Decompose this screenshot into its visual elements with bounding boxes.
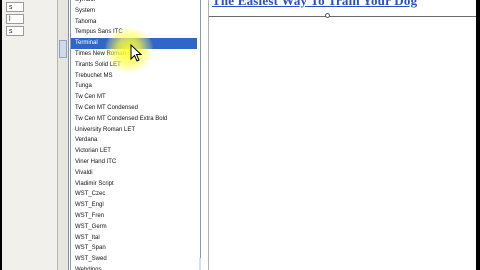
font-list-item[interactable]: Vivaldi xyxy=(71,168,197,179)
selection-frame-line xyxy=(209,16,476,17)
font-list-item[interactable]: WST_Swed xyxy=(71,254,197,265)
font-list-item[interactable]: Tw Cen MT Condensed Extra Bold xyxy=(71,114,197,125)
font-list-item[interactable]: WST_Germ xyxy=(71,222,197,233)
font-list-item[interactable]: Tunga xyxy=(71,81,197,92)
font-list-item[interactable]: Webdings xyxy=(71,265,197,270)
left-panel-row-label: s xyxy=(9,4,13,11)
resize-handle[interactable] xyxy=(325,13,330,18)
font-list-item[interactable]: Vladimir Script xyxy=(71,179,197,190)
cursor-highlight xyxy=(104,28,154,72)
font-list-item[interactable]: WST_Fren xyxy=(71,211,197,222)
left-panel-row-label: l xyxy=(9,16,11,23)
font-list-item[interactable]: Tw Cen MT Condensed xyxy=(71,103,197,114)
editor-divider xyxy=(208,0,209,270)
document-title-text[interactable]: The Easiest Way To Train Your Dog xyxy=(212,0,417,9)
font-list-item[interactable]: WST_Engl xyxy=(71,200,197,211)
font-list-item[interactable]: Trebuchet MS xyxy=(71,71,197,82)
video-letterbox-left xyxy=(0,0,2,270)
left-panel-row[interactable]: l xyxy=(6,14,24,24)
left-panel-scroll-thumb[interactable] xyxy=(59,40,67,58)
font-list-item[interactable]: Victorian LET xyxy=(71,146,197,157)
font-list-item[interactable]: Verdana xyxy=(71,135,197,146)
font-list-item[interactable]: Tahoma xyxy=(71,17,197,28)
font-list-item[interactable]: WST_Czec xyxy=(71,189,197,200)
font-list-item[interactable]: WST_Ital xyxy=(71,233,197,244)
font-list-item[interactable]: WST_Span xyxy=(71,243,197,254)
font-list-item[interactable]: University Roman LET xyxy=(71,125,197,136)
video-letterbox-right xyxy=(476,0,480,270)
left-panel-row[interactable]: s xyxy=(6,2,24,12)
screen: s l s Symbol System Tahoma Tempus Sans ITC T… xyxy=(0,0,480,270)
font-list-item[interactable]: Tw Cen MT xyxy=(71,92,197,103)
left-panel-row-label: s xyxy=(9,28,13,35)
document-editor[interactable] xyxy=(201,0,476,270)
left-panel-scrollbar[interactable] xyxy=(57,0,68,270)
font-list-item[interactable]: Viner Hand ITC xyxy=(71,157,197,168)
left-side-panel: s l s xyxy=(2,0,69,270)
mouse-pointer-icon xyxy=(130,44,142,62)
left-panel-row[interactable]: s xyxy=(6,26,24,36)
font-list-item[interactable]: System xyxy=(71,6,197,17)
